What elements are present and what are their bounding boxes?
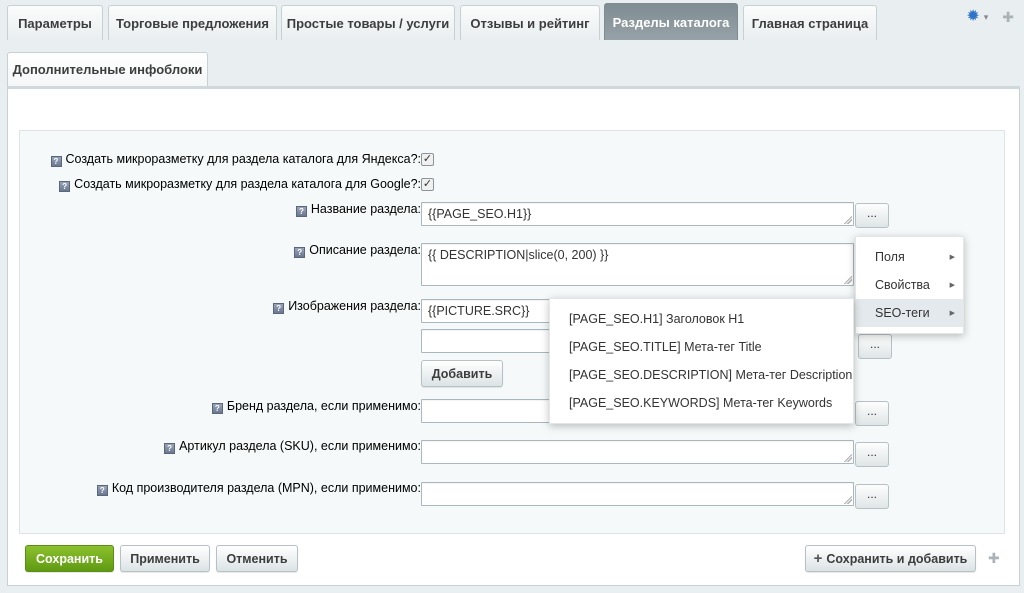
label-text: Описание раздела: <box>309 243 421 257</box>
label-text: Код производителя раздела (MPN), если пр… <box>111 481 421 495</box>
subtab-bar: Дополнительные инфоблоки <box>0 48 1024 86</box>
tab-label: Дополнительные инфоблоки <box>12 62 203 77</box>
tab-main-page[interactable]: Главная страница <box>743 5 877 40</box>
resize-handle[interactable] <box>844 496 852 504</box>
tab-parameters[interactable]: Параметры <box>7 5 103 40</box>
mpn-input[interactable] <box>421 482 854 506</box>
button-label: Сохранить <box>36 551 103 566</box>
button-label: Отменить <box>226 551 288 566</box>
save-and-add-button[interactable]: + Сохранить и добавить <box>805 545 976 572</box>
brand-insert-button[interactable]: ... <box>855 401 889 426</box>
menu-item-properties[interactable]: Свойства ▶ <box>856 271 963 299</box>
resize-handle[interactable] <box>844 454 852 462</box>
tab-label: Главная страница <box>751 15 869 31</box>
tab-offers[interactable]: Торговые предложения <box>108 5 277 40</box>
menu-item-seo-description[interactable]: [PAGE_SEO.DESCRIPTION] Мета-тег Descript… <box>550 361 853 389</box>
button-label: Сохранить и добавить <box>826 551 968 566</box>
section-description-input[interactable]: {{ DESCRIPTION|slice(0, 200) }} <box>421 243 854 286</box>
images-insert-button[interactable]: ... <box>858 334 892 359</box>
brand-label: ? Бренд раздела, если применимо: <box>211 399 421 414</box>
top-icons: ✹ ▾ ✚ <box>966 8 1014 26</box>
menu-item-label: [PAGE_SEO.DESCRIPTION] Мета-тег Descript… <box>569 368 853 382</box>
menu-item-label: [PAGE_SEO.TITLE] Мета-тег Title <box>569 340 762 354</box>
menu-item-label: Поля <box>875 250 905 264</box>
sku-label: ? Артикул раздела (SKU), если применимо: <box>164 439 421 454</box>
menu-item-seo-h1[interactable]: [PAGE_SEO.H1] Заголовок H1 <box>550 305 853 333</box>
input-value: {{PAGE_SEO.H1}} <box>428 207 532 221</box>
menu-item-label: [PAGE_SEO.KEYWORDS] Мета-тег Keywords <box>569 396 833 410</box>
menu-item-seo-keywords[interactable]: [PAGE_SEO.KEYWORDS] Мета-тег Keywords <box>550 389 853 417</box>
gear-icon[interactable]: ✹ <box>966 8 979 26</box>
menu-item-label: SEO-теги <box>875 306 930 320</box>
button-label: Добавить <box>431 366 493 381</box>
help-icon[interactable]: ? <box>295 206 307 217</box>
tab-catalog-sections[interactable]: Разделы каталога <box>604 3 738 40</box>
images-label: ? Изображения раздела: <box>273 299 421 314</box>
menu-item-label: Свойства <box>875 278 930 292</box>
chevron-right-icon: ▶ <box>949 282 955 289</box>
label-text: Создать микроразметку для раздела катало… <box>74 177 421 191</box>
pin-icon[interactable]: ✚ <box>988 550 1000 567</box>
pin-icon[interactable]: ✚ <box>1002 9 1014 26</box>
input-value: {{PICTURE.SRC}} <box>428 304 530 318</box>
tab-additional-infoblocks[interactable]: Дополнительные инфоблоки <box>7 52 208 86</box>
tab-bar: Параметры Торговые предложения Простые т… <box>0 0 1024 40</box>
chevron-right-icon: ▶ <box>949 310 955 317</box>
section-name-input[interactable]: {{PAGE_SEO.H1}} <box>421 202 854 226</box>
name-insert-button[interactable]: ... <box>855 203 889 228</box>
help-icon[interactable]: ? <box>273 303 285 314</box>
button-label: Применить <box>130 551 200 566</box>
tab-label: Параметры <box>18 15 92 31</box>
add-image-button[interactable]: Добавить <box>421 360 503 387</box>
main-panel: ? Создать микроразметку для раздела катал… <box>7 86 1020 586</box>
help-icon[interactable]: ? <box>211 403 223 414</box>
yandex-checkbox[interactable]: ✓ <box>421 153 434 166</box>
google-checkbox[interactable]: ✓ <box>421 178 434 191</box>
name-label: ? Название раздела: <box>295 202 421 217</box>
help-icon[interactable]: ? <box>50 156 62 167</box>
label-text: Изображения раздела: <box>288 299 421 313</box>
cancel-button[interactable]: Отменить <box>216 545 298 572</box>
tab-label: Отзывы и рейтинг <box>470 15 590 31</box>
label-text: Бренд раздела, если применимо: <box>226 399 421 413</box>
tab-simple-goods[interactable]: Простые товары / услуги <box>281 5 455 40</box>
resize-handle[interactable] <box>844 276 852 284</box>
help-icon[interactable]: ? <box>96 485 108 496</box>
seo-tags-submenu: [PAGE_SEO.H1] Заголовок H1 [PAGE_SEO.TIT… <box>549 298 854 424</box>
menu-item-label: [PAGE_SEO.H1] Заголовок H1 <box>569 312 745 326</box>
description-label: ? Описание раздела: <box>294 243 421 258</box>
sku-insert-button[interactable]: ... <box>855 442 889 467</box>
google-label: ? Создать микроразметку для раздела катал… <box>59 177 421 192</box>
chevron-right-icon: ▶ <box>949 254 955 261</box>
tab-reviews[interactable]: Отзывы и рейтинг <box>460 5 600 40</box>
help-icon[interactable]: ? <box>294 247 306 258</box>
apply-button[interactable]: Применить <box>120 545 210 572</box>
menu-item-seo-title[interactable]: [PAGE_SEO.TITLE] Мета-тег Title <box>550 333 853 361</box>
mpn-insert-button[interactable]: ... <box>855 484 889 509</box>
tab-label: Торговые предложения <box>116 15 269 31</box>
menu-item-seo-tags[interactable]: SEO-теги ▶ <box>856 299 963 327</box>
save-button[interactable]: Сохранить <box>25 545 114 572</box>
tab-label: Разделы каталога <box>612 14 730 30</box>
help-icon[interactable]: ? <box>164 443 176 454</box>
tab-label: Простые товары / услуги <box>286 15 450 31</box>
plus-icon: + <box>813 550 823 567</box>
insert-menu: Поля ▶ Свойства ▶ SEO-теги ▶ <box>855 236 964 334</box>
chevron-down-icon[interactable]: ▾ <box>984 12 989 23</box>
input-value: {{ DESCRIPTION|slice(0, 200) }} <box>428 248 609 262</box>
label-text: Название раздела: <box>310 202 421 216</box>
menu-item-fields[interactable]: Поля ▶ <box>856 243 963 271</box>
label-text: Артикул раздела (SKU), если применимо: <box>179 439 421 453</box>
resize-handle[interactable] <box>844 216 852 224</box>
label-text: Создать микроразметку для раздела катало… <box>65 152 422 166</box>
help-icon[interactable]: ? <box>59 181 71 192</box>
sku-input[interactable] <box>421 440 854 464</box>
mpn-label: ? Код производителя раздела (MPN), если п… <box>96 481 421 496</box>
yandex-label: ? Создать микроразметку для раздела катал… <box>50 152 422 167</box>
